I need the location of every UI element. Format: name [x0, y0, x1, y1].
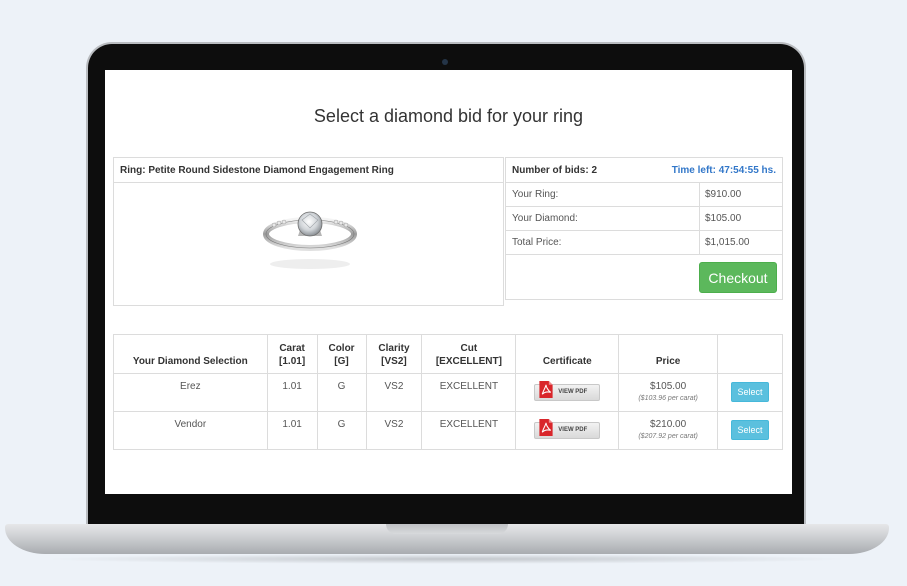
view-pdf-button[interactable]: VIEW PDF: [534, 380, 601, 401]
page-title: Select a diamond bid for your ring: [313, 106, 584, 126]
price-cell: $210.00 ($207.92 per carat): [618, 411, 719, 450]
table-row: Erez 1.01 G VS2 EXCELLENT VIEW PDF $105.…: [113, 373, 783, 412]
action-cell: Select: [717, 411, 783, 450]
column-header-color: Color [G]: [316, 334, 367, 374]
price-label: Your Diamond:: [506, 207, 700, 230]
diamond-ring-image: [263, 211, 357, 269]
product-panel: Ring: Petite Round Sidestone Diamond Eng…: [113, 157, 504, 306]
laptop-base-notch: [386, 524, 508, 534]
certificate-cell: VIEW PDF: [515, 411, 620, 450]
pdf-icon: [539, 418, 553, 436]
column-header-action: [717, 334, 783, 374]
carat-cell: 1.01: [266, 411, 318, 450]
carat-cell: 1.01: [266, 373, 318, 412]
clarity-cell: VS2: [365, 411, 423, 450]
action-cell: Select: [717, 373, 783, 412]
color-cell: G: [316, 373, 367, 412]
certificate-cell: VIEW PDF: [515, 373, 620, 412]
cut-cell: EXCELLENT: [421, 373, 517, 412]
price-label: Total Price:: [506, 231, 700, 254]
pdf-icon: [539, 380, 553, 398]
price-value: $105.00: [705, 213, 742, 224]
price-label: Your Ring:: [506, 183, 700, 206]
price-per-carat: ($207.92 per carat): [638, 433, 698, 440]
webcam: [442, 59, 448, 65]
bid-summary-panel: Number of bids: 2 Time left: 47:54:55 hs…: [505, 157, 783, 300]
bid-count: Number of bids: 2: [512, 164, 598, 176]
cut-cell: EXCELLENT: [421, 411, 517, 450]
column-header-clarity: Clarity [VS2]: [365, 334, 423, 374]
table-header-row: Your Diamond Selection Carat [1.01] Color…: [113, 334, 783, 374]
price-value: $1,015.00: [705, 237, 750, 248]
column-header-price: Price: [618, 334, 719, 374]
laptop-shadow: [40, 554, 854, 564]
bid-price: $105.00: [650, 381, 687, 392]
price-value: $910.00: [705, 189, 742, 200]
view-pdf-button[interactable]: VIEW PDF: [534, 418, 601, 439]
column-header-selection: Your Diamond Selection: [113, 334, 268, 374]
clarity-cell: VS2: [365, 373, 423, 412]
column-header-carat: Carat [1.01]: [266, 334, 318, 374]
column-header-cut: Cut [EXCELLENT]: [421, 334, 517, 374]
view-pdf-label: VIEW PDF: [558, 427, 588, 433]
column-header-certificate: Certificate: [515, 334, 620, 374]
select-button[interactable]: Select: [731, 420, 769, 440]
bid-price: $210.00: [650, 419, 687, 430]
select-button[interactable]: Select: [731, 382, 769, 402]
selection-cell: Vendor: [113, 411, 268, 450]
color-cell: G: [316, 411, 367, 450]
view-pdf-label: VIEW PDF: [558, 389, 588, 395]
diamond-price-row: Your Diamond: $105.00: [506, 207, 782, 231]
price-cell: $105.00 ($103.96 per carat): [618, 373, 719, 412]
total-price-row: Total Price: $1,015.00: [506, 231, 782, 255]
screen: Select a diamond bid for your ring Ring:…: [105, 70, 792, 494]
table-row: Vendor 1.01 G VS2 EXCELLENT VIEW PDF $21…: [113, 411, 783, 450]
time-left: Time left: 47:54:55 hs.: [671, 164, 776, 176]
selection-cell: Erez: [113, 373, 268, 412]
bids-table: Your Diamond Selection Carat [1.01] Color…: [113, 334, 783, 450]
bid-summary-header: Number of bids: 2 Time left: 47:54:55 hs…: [506, 158, 782, 183]
ring-price-row: Your Ring: $910.00: [506, 183, 782, 207]
price-per-carat: ($103.96 per carat): [638, 395, 698, 402]
checkout-button[interactable]: Checkout: [699, 262, 777, 293]
product-heading: Ring: Petite Round Sidestone Diamond Eng…: [114, 158, 503, 183]
